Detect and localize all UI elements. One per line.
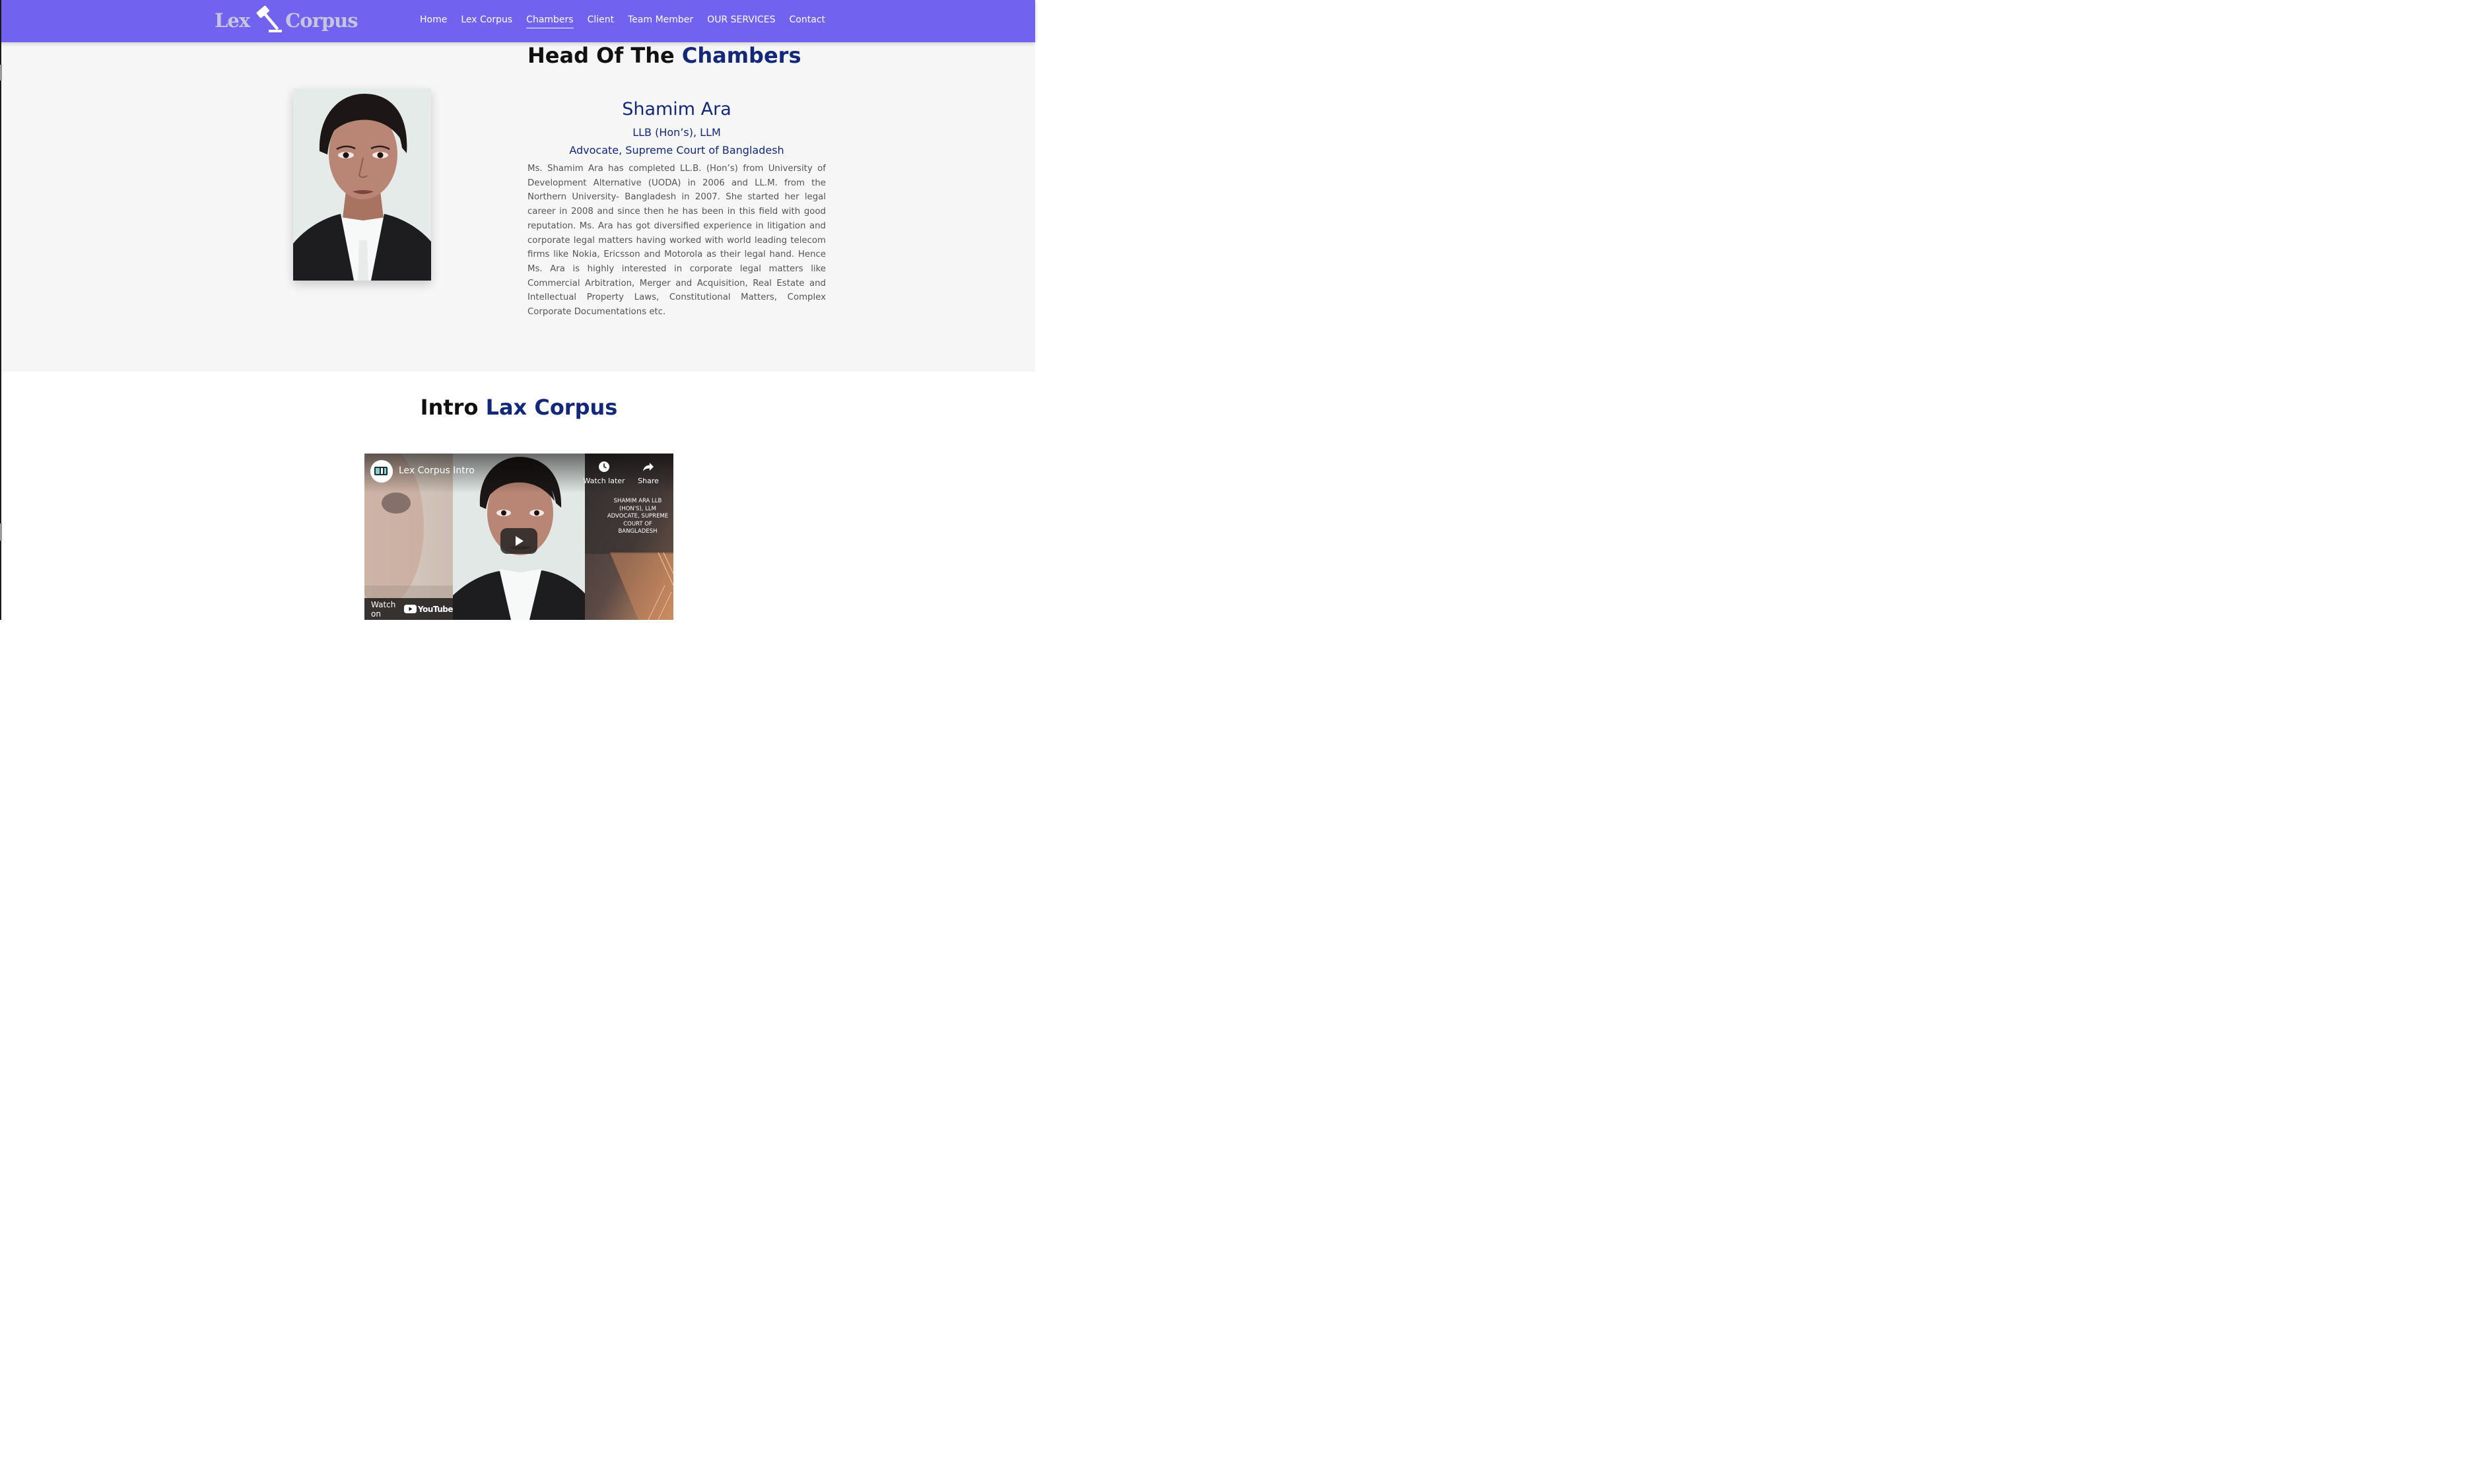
- nav-chambers[interactable]: Chambers: [526, 12, 574, 28]
- youtube-logo-icon: YouTube: [403, 604, 454, 614]
- video-title[interactable]: Lex Corpus Intro: [399, 465, 475, 476]
- play-button[interactable]: [500, 528, 537, 554]
- watch-later-button[interactable]: Watch later: [581, 460, 627, 485]
- section-heading: Head Of The Chambers: [527, 42, 801, 69]
- nav-team-member[interactable]: Team Member: [628, 12, 693, 28]
- nav-client[interactable]: Client: [588, 12, 615, 28]
- watch-later-label: Watch later: [583, 477, 625, 485]
- intro-heading-plain: Intro: [420, 395, 479, 420]
- logo-text-left: Lex: [215, 9, 250, 32]
- gavel-icon: [256, 5, 283, 32]
- youtube-video-embed[interactable]: Lex Corpus Intro Watch later Share SHAMI…: [364, 454, 673, 620]
- nav-home[interactable]: Home: [420, 12, 447, 28]
- heading-accent: Chambers: [681, 43, 801, 68]
- intro-heading-accent: Lax Corpus: [485, 395, 618, 420]
- nav-lex-corpus[interactable]: Lex Corpus: [461, 12, 512, 28]
- watch-on-label: Watch on: [371, 599, 396, 619]
- youtube-play-badge-icon: [403, 605, 417, 613]
- scroll-edge-marker-bottom: [0, 523, 2, 541]
- nav-contact[interactable]: Contact: [790, 12, 825, 28]
- logo-text-right: Corpus: [285, 9, 358, 32]
- play-icon: [516, 536, 524, 546]
- youtube-wordmark: YouTube: [417, 604, 454, 614]
- top-navbar: Lex Corpus Home Lex Corpus Chambers Clie…: [0, 0, 1035, 42]
- heading-plain: Head Of The: [527, 43, 675, 68]
- scroll-edge-marker-top: [0, 65, 2, 81]
- video-overlay-caption: SHAMIM ARA LLB (HON'S), LLM ADVOCATE, SU…: [607, 498, 669, 535]
- channel-logo-icon: [370, 460, 393, 483]
- portrait-illustration: [293, 88, 431, 281]
- intro-heading: Intro Lax Corpus: [0, 393, 1038, 421]
- profile-name: Shamim Ara: [622, 99, 731, 119]
- profile-role: Advocate, Supreme Court of Bangladesh: [569, 144, 784, 156]
- clock-icon: [599, 461, 609, 472]
- share-button[interactable]: Share: [625, 460, 671, 485]
- share-label: Share: [638, 477, 659, 485]
- watch-on-youtube-button[interactable]: Watch on YouTube: [364, 598, 454, 620]
- main-nav: Home Lex Corpus Chambers Client Team Mem…: [406, 0, 825, 40]
- site-logo[interactable]: Lex Corpus: [215, 4, 358, 37]
- profile-degree: LLB (Hon’s), LLM: [632, 126, 721, 139]
- head-of-chambers-section: Head Of The Chambers Shamim Ara LLB (Hon…: [1, 42, 1035, 372]
- profile-bio: Ms. Shamim Ara has completed LL.B. (Hon’…: [527, 164, 826, 318]
- nav-our-services[interactable]: OUR SERVICES: [707, 12, 775, 28]
- share-arrow-icon: [643, 463, 654, 471]
- channel-avatar[interactable]: [370, 460, 393, 483]
- profile-photo: [293, 88, 431, 281]
